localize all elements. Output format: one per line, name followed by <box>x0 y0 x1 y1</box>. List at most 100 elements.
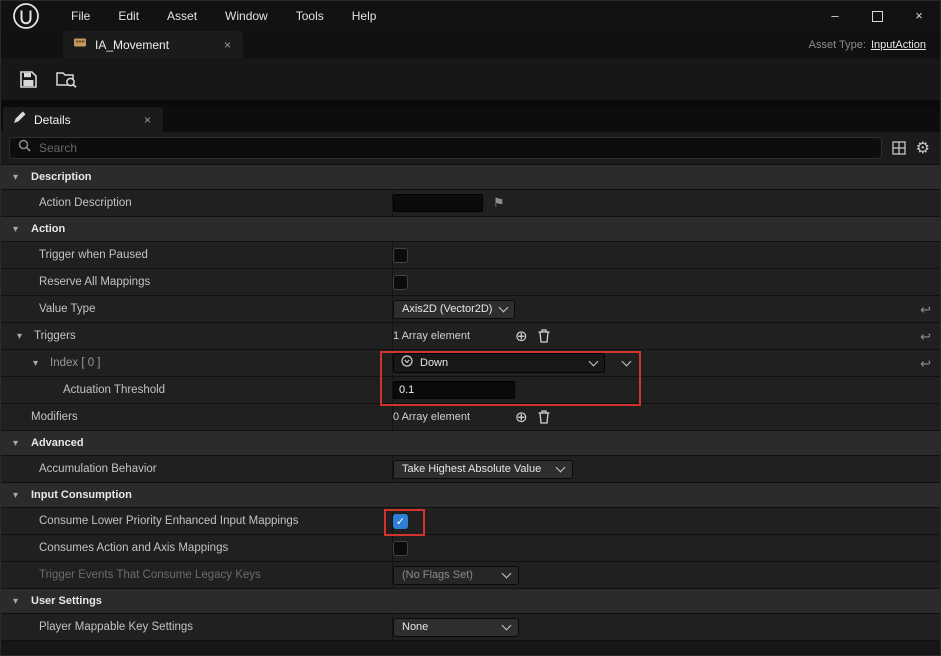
asset-tabstrip: IA_Movement × Asset Type: InputAction <box>1 31 940 58</box>
tab-label: IA_Movement <box>95 37 170 52</box>
reset-to-default-icon[interactable]: ↩ <box>920 303 931 316</box>
menu-window[interactable]: Window <box>211 1 282 31</box>
flag-icon[interactable]: ⚑ <box>493 195 505 211</box>
property-label: Triggers <box>34 330 76 342</box>
tab-details[interactable]: Details × <box>3 107 163 132</box>
category-label: Input Consumption <box>31 489 132 501</box>
property-label: Consumes Action and Axis Mappings <box>39 542 229 554</box>
display-filter-icon[interactable] <box>892 141 906 155</box>
property-label: Player Mappable Key Settings <box>39 621 194 633</box>
titlebar: File Edit Asset Window Tools Help – × <box>1 1 940 31</box>
property-label: Trigger when Paused <box>39 249 148 261</box>
accumulation-behavior-dropdown[interactable]: Take Highest Absolute Value <box>393 459 573 479</box>
category-action[interactable]: ▾ Action <box>1 217 940 242</box>
property-label: Trigger Events That Consume Legacy Keys <box>39 569 261 581</box>
reset-to-default-icon[interactable]: ↩ <box>920 357 931 370</box>
unreal-logo[interactable] <box>9 1 43 31</box>
tab-close-icon[interactable]: × <box>222 38 233 52</box>
collapse-arrow-icon[interactable]: ▾ <box>13 596 23 607</box>
actuation-threshold-input[interactable] <box>393 381 515 399</box>
dropdown-value: (No Flags Set) <box>402 569 473 581</box>
row-consumes-action-axis: Consumes Action and Axis Mappings <box>1 535 940 562</box>
menu-asset[interactable]: Asset <box>153 1 211 31</box>
property-label: Actuation Threshold <box>63 384 166 396</box>
toolbar <box>1 58 940 101</box>
consume-lower-priority-checkbox[interactable]: ✓ <box>393 513 408 529</box>
legacy-flags-dropdown[interactable]: (No Flags Set) <box>393 565 519 585</box>
player-mappable-dropdown[interactable]: None <box>393 617 519 637</box>
close-button[interactable]: × <box>898 1 940 31</box>
category-advanced[interactable]: ▾ Advanced <box>1 431 940 456</box>
search-input[interactable] <box>37 140 873 156</box>
menubar: File Edit Asset Window Tools Help <box>57 1 390 31</box>
reset-to-default-icon[interactable]: ↩ <box>920 330 931 343</box>
reserve-all-mappings-checkbox[interactable] <box>393 274 408 290</box>
asset-type-link[interactable]: InputAction <box>871 39 926 51</box>
collapse-arrow-icon[interactable]: ▾ <box>13 224 23 235</box>
add-element-icon[interactable]: ⊕ <box>515 329 528 344</box>
dropdown-value: None <box>402 621 429 633</box>
details-close-icon[interactable]: × <box>142 113 153 127</box>
property-label: Consume Lower Priority Enhanced Input Ma… <box>39 515 299 527</box>
settings-gear-icon[interactable]: ⚙ <box>916 138 930 158</box>
array-summary: 1 Array element <box>393 330 471 342</box>
expand-arrow-icon[interactable]: ▾ <box>17 331 27 342</box>
window-controls: – × <box>814 1 940 31</box>
row-reserve-all-mappings: Reserve All Mappings <box>1 269 940 296</box>
chevron-down-icon <box>501 620 512 631</box>
category-label: Advanced <box>31 437 84 449</box>
tab-ia-movement[interactable]: IA_Movement × <box>63 31 243 58</box>
value-type-dropdown[interactable]: Axis2D (Vector2D) <box>393 299 515 319</box>
asset-type: Asset Type: InputAction <box>809 31 940 58</box>
maximize-icon <box>871 10 883 22</box>
maximize-button[interactable] <box>856 1 898 31</box>
category-description[interactable]: ▾ Description <box>1 165 940 190</box>
chevron-down-icon <box>501 568 512 579</box>
input-action-icon <box>73 35 87 54</box>
search-row: ⚙ <box>1 132 940 165</box>
property-label: Accumulation Behavior <box>39 463 157 475</box>
delete-all-elements-icon[interactable] <box>538 410 550 424</box>
menu-edit[interactable]: Edit <box>104 1 153 31</box>
search-box[interactable] <box>9 137 882 159</box>
row-consume-lower-priority: Consume Lower Priority Enhanced Input Ma… <box>1 508 940 535</box>
action-description-input[interactable] <box>393 194 483 212</box>
element-options-dropdown[interactable] <box>615 353 637 373</box>
menu-file[interactable]: File <box>57 1 104 31</box>
row-triggers: ▾ Triggers 1 Array element ⊕ ↩ <box>1 323 940 350</box>
search-icon <box>18 139 31 157</box>
browse-icon <box>55 72 77 88</box>
category-input-consumption[interactable]: ▾ Input Consumption <box>1 483 940 508</box>
save-button[interactable] <box>11 63 45 95</box>
category-user-settings[interactable]: ▾ User Settings <box>1 589 940 614</box>
property-label: Modifiers <box>31 411 78 423</box>
row-accumulation-behavior: Accumulation Behavior Take Highest Absol… <box>1 456 940 483</box>
property-label: Index [ 0 ] <box>50 357 101 369</box>
row-trigger-index-0: ▾ Index [ 0 ] Down ↩ <box>1 350 940 377</box>
row-trigger-when-paused: Trigger when Paused <box>1 242 940 269</box>
consumes-action-axis-checkbox[interactable] <box>393 540 408 556</box>
trigger-type-dropdown[interactable]: Down <box>393 353 605 373</box>
expand-arrow-icon[interactable]: ▾ <box>33 358 43 369</box>
unreal-editor-window: File Edit Asset Window Tools Help – × IA… <box>0 0 941 656</box>
property-label: Reserve All Mappings <box>39 276 151 288</box>
row-action-description: Action Description ⚑ <box>1 190 940 217</box>
category-label: Description <box>31 171 92 183</box>
row-player-mappable-key-settings: Player Mappable Key Settings None <box>1 614 940 641</box>
collapse-arrow-icon[interactable]: ▾ <box>13 490 23 501</box>
row-trigger-events-legacy: Trigger Events That Consume Legacy Keys … <box>1 562 940 589</box>
row-value-type: Value Type Axis2D (Vector2D) ↩ <box>1 296 940 323</box>
array-summary: 0 Array element <box>393 411 471 423</box>
delete-all-elements-icon[interactable] <box>538 329 550 343</box>
menu-tools[interactable]: Tools <box>282 1 338 31</box>
add-element-icon[interactable]: ⊕ <box>515 410 528 425</box>
collapse-arrow-icon[interactable]: ▾ <box>13 438 23 449</box>
collapse-arrow-icon[interactable]: ▾ <box>13 172 23 183</box>
dropdown-value: Axis2D (Vector2D) <box>402 303 493 315</box>
category-label: Action <box>31 223 66 235</box>
browse-to-asset-button[interactable] <box>49 63 83 95</box>
property-label: Action Description <box>39 197 132 209</box>
trigger-when-paused-checkbox[interactable] <box>393 247 408 263</box>
menu-help[interactable]: Help <box>338 1 391 31</box>
minimize-button[interactable]: – <box>814 1 856 31</box>
